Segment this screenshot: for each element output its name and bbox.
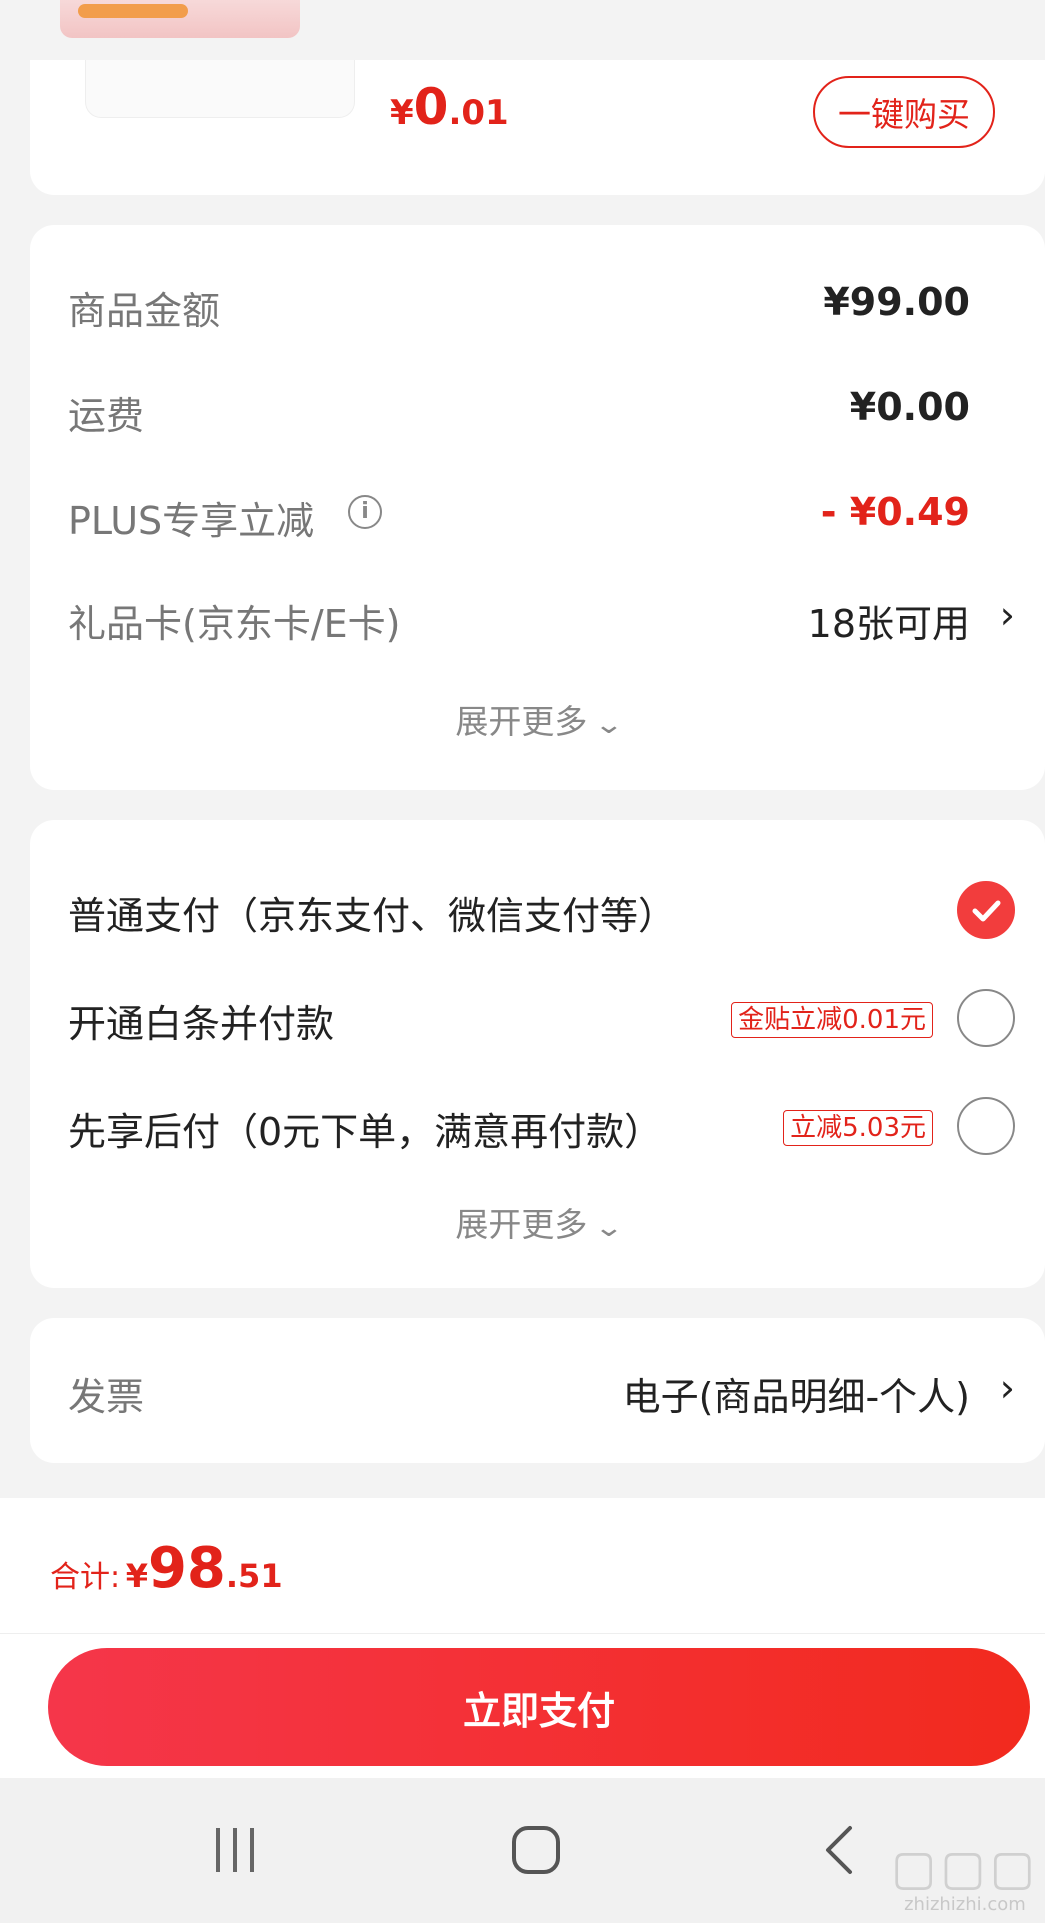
goods-amount-label: 商品金额: [68, 289, 221, 333]
giftcard-row[interactable]: 18张可用 ›: [705, 585, 1045, 646]
giftcard-label: 礼品卡(京东卡/E卡): [68, 602, 401, 646]
invoice-card[interactable]: 发票 电子(商品明细-个人) ›: [30, 1318, 1045, 1463]
payment-option[interactable]: 先享后付（0元下单，满意再付款） 立减5.03元: [30, 1076, 1045, 1176]
payment-card: 普通支付（京东支付、微信支付等） 开通白条并付款 金贴立减0.01元 先享后付（…: [30, 820, 1045, 1288]
product-image: [85, 60, 355, 118]
pay-now-label: 立即支付: [462, 1688, 615, 1733]
thumbnail-badge: [78, 4, 188, 18]
payment-option[interactable]: 普通支付（京东支付、微信支付等）: [30, 860, 1045, 960]
total-label: 合计:: [50, 1560, 121, 1595]
checkout-bar: 合计: ¥98.51 立即支付: [0, 1498, 1045, 1778]
plus-discount-label: PLUS专享立减: [68, 499, 315, 543]
price-dec: .01: [448, 93, 509, 133]
order-summary-card: 商品金额 ¥99.00 运费 ¥0.00 PLUS专享立减 i - ¥0.49 …: [30, 225, 1045, 790]
one-click-buy-button[interactable]: 一键购买: [813, 76, 995, 148]
payment-option[interactable]: 开通白条并付款 金贴立减0.01元: [30, 968, 1045, 1068]
nav-home-icon[interactable]: [512, 1826, 560, 1874]
product-card: ¥0.01 一键购买: [30, 60, 1045, 195]
total-price: 合计: ¥98.51: [50, 1536, 283, 1601]
nav-back-icon[interactable]: [820, 1824, 860, 1876]
payment-option-label: 先享后付（0元下单，满意再付款）: [68, 1110, 663, 1154]
goods-amount-value: ¥99.00: [823, 280, 970, 324]
payment-expand-label: 展开更多: [455, 1205, 588, 1244]
plus-discount-value: - ¥0.49: [820, 490, 970, 534]
payment-expand-more[interactable]: 展开更多 ⌄: [30, 1198, 1045, 1246]
payment-option-label: 开通白条并付款: [68, 1002, 335, 1046]
chevron-down-icon: ⌄: [593, 710, 624, 740]
watermark-text: zhizhizhi.com: [904, 1894, 1026, 1915]
pay-now-button[interactable]: 立即支付: [48, 1648, 1030, 1766]
divider: [0, 1633, 1045, 1634]
promo-tag: 立减5.03元: [783, 1110, 933, 1146]
total-int: 98: [147, 1536, 226, 1601]
info-icon[interactable]: i: [348, 495, 382, 529]
nav-recents-icon[interactable]: [212, 1828, 258, 1874]
summary-expand-label: 展开更多: [455, 702, 588, 741]
system-nav-bar: ▢▢▢ zhizhizhi.com: [0, 1778, 1045, 1923]
radio-button[interactable]: [957, 1097, 1015, 1155]
payment-option-label: 普通支付（京东支付、微信支付等）: [68, 894, 677, 938]
watermark: ▢▢▢ zhizhizhi.com: [891, 1842, 1039, 1915]
invoice-value: 电子(商品明细-个人): [622, 1375, 970, 1419]
chevron-down-icon: ⌄: [593, 1213, 624, 1243]
radio-button[interactable]: [957, 989, 1015, 1047]
promo-tag: 金贴立减0.01元: [731, 1002, 933, 1038]
product-price: ¥0.01: [390, 78, 509, 136]
product-thumbnail-top: [60, 0, 300, 38]
total-symbol: ¥: [125, 1557, 148, 1595]
chevron-right-icon: ›: [999, 1366, 1015, 1410]
summary-expand-more[interactable]: 展开更多 ⌄: [30, 695, 1045, 743]
watermark-logo: ▢▢▢: [890, 1840, 1039, 1896]
invoice-label: 发票: [68, 1375, 145, 1419]
shipping-value: ¥0.00: [849, 385, 970, 429]
chevron-right-icon: ›: [999, 593, 1015, 637]
shipping-label: 运费: [68, 394, 145, 438]
total-dec: .51: [225, 1557, 283, 1595]
one-click-buy-label: 一键购买: [838, 95, 970, 134]
price-symbol: ¥: [390, 93, 414, 133]
price-int: 0: [413, 78, 449, 136]
check-icon[interactable]: [957, 881, 1015, 939]
giftcard-value: 18张可用: [807, 602, 970, 646]
